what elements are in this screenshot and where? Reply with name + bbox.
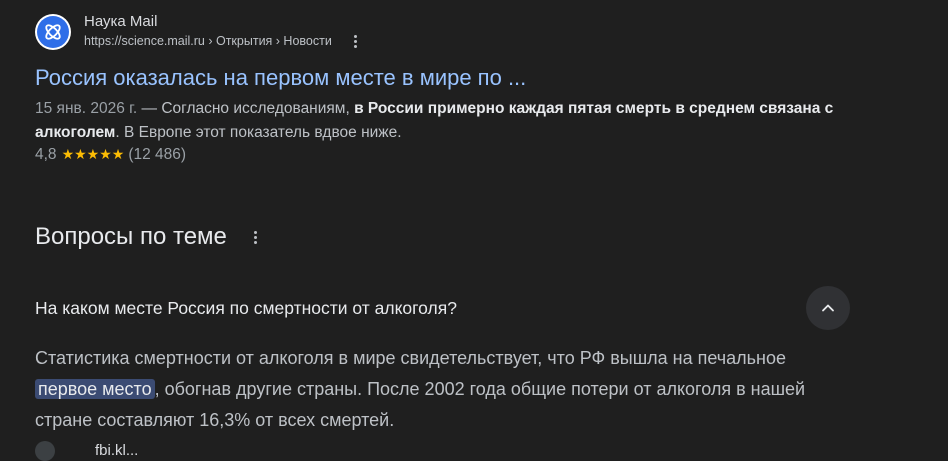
more-options-icon[interactable] [248,227,264,247]
next-answer-source[interactable]: fbi.kl... [35,441,138,461]
question-accordion[interactable]: На каком месте Россия по смертности от а… [35,284,850,332]
related-questions: Вопросы по теме На каком месте Россия по… [35,220,850,436]
snippet-date: 15 янв. 2026 г. [35,100,138,117]
site-favicon [35,14,71,50]
answer-text-start: Статистика смертности от алкоголя в мире… [35,348,787,368]
site-favicon [35,441,55,461]
search-result: Наука Mail https://science.mail.ru › Отк… [35,10,865,165]
next-source-text: fbi.kl... [95,442,139,459]
rating-value: 4,8 [35,146,57,163]
rating-count: (12 486) [128,146,187,163]
related-questions-header: Вопросы по теме [35,220,850,254]
site-url-row: https://science.mail.ru › Открытия › Нов… [84,32,364,50]
snippet-text: Согласно исследованиям, [161,100,355,117]
site-url: https://science.mail.ru › Открытия › Нов… [84,34,332,48]
result-title-link[interactable]: Россия оказалась на первом месте в мире … [35,64,865,92]
related-questions-title: Вопросы по теме [35,223,227,250]
question-text: На каком месте Россия по смертности от а… [35,298,457,318]
science-atom-icon [37,16,69,48]
source-text: Наука Mail https://science.mail.ru › Отк… [84,13,364,50]
result-snippet: 15 янв. 2026 г. — Согласно исследованиям… [35,97,865,145]
answer-highlight: первое место [35,379,155,399]
star-rating-icon: ★★★★★ [61,147,125,163]
snippet-separator: — [137,100,162,117]
site-name: Наука Mail [84,13,158,30]
snippet-text-end: . В Европе этот показатель вдвое ниже. [115,124,402,141]
result-source[interactable]: Наука Mail https://science.mail.ru › Отк… [35,10,865,54]
rating-row: 4,8 ★★★★★ (12 486) [35,145,865,165]
chevron-up-icon [822,304,834,312]
answer-text: Статистика смертности от алкоголя в мире… [35,343,845,436]
more-options-icon[interactable] [348,32,364,50]
collapse-button[interactable] [806,286,850,330]
